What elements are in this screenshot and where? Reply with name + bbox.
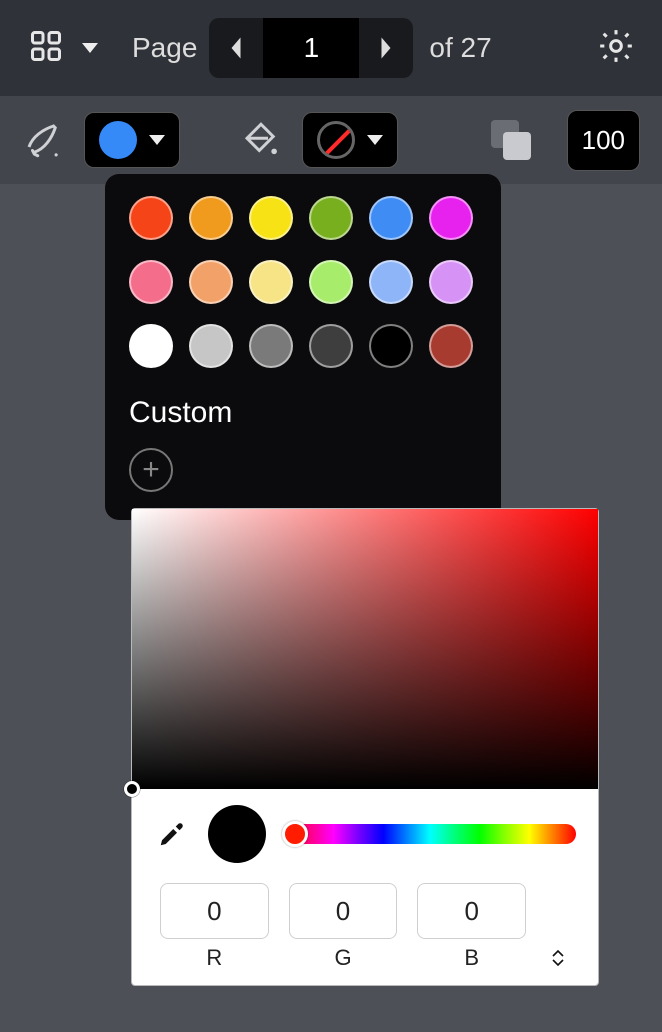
hue-thumb (282, 821, 308, 847)
preset-swatch-grid (129, 196, 477, 368)
fill-bucket-icon (240, 119, 282, 161)
r-label: R (160, 945, 269, 971)
preset-swatch[interactable] (129, 260, 173, 304)
b-label: B (417, 945, 526, 971)
rgb-inputs-row (132, 871, 598, 945)
fill-color-dropdown[interactable] (302, 112, 398, 168)
add-custom-color-button[interactable]: + (129, 448, 173, 492)
page-label: Page (132, 32, 197, 64)
g-input[interactable] (289, 883, 398, 939)
page-nav-group: 1 (209, 18, 413, 78)
preset-swatch[interactable] (309, 260, 353, 304)
g-label: G (289, 945, 398, 971)
current-color-swatch (208, 805, 266, 863)
no-fill-swatch (317, 121, 355, 159)
preset-swatch[interactable] (429, 324, 473, 368)
preset-swatch[interactable] (189, 324, 233, 368)
color-palette-popover: Custom + (105, 174, 501, 520)
preset-swatch[interactable] (429, 196, 473, 240)
settings-button[interactable] (588, 18, 644, 79)
opacity-input[interactable]: 100 (567, 110, 640, 171)
preset-swatch[interactable] (429, 260, 473, 304)
chevron-down-icon (149, 135, 165, 145)
color-mode-stepper[interactable] (546, 949, 570, 967)
preset-swatch[interactable] (309, 196, 353, 240)
custom-section-label: Custom (129, 396, 477, 430)
page-number-value: 1 (304, 32, 320, 64)
preset-swatch[interactable] (189, 260, 233, 304)
prev-page-button[interactable] (209, 18, 263, 78)
r-cell (160, 883, 269, 939)
stroke-brush-icon (22, 119, 64, 161)
stroke-color-swatch (99, 121, 137, 159)
g-cell (289, 883, 398, 939)
chevron-down-icon (367, 135, 383, 145)
opacity-icon (491, 120, 531, 160)
chevron-up-icon (552, 949, 564, 957)
preset-swatch[interactable] (369, 260, 413, 304)
page-navigation: Page 1 of 27 (132, 18, 492, 78)
saturation-value-field[interactable] (132, 509, 598, 789)
hue-slider[interactable] (284, 824, 576, 844)
rgb-labels-row: R G B (132, 945, 598, 985)
preset-swatch[interactable] (369, 324, 413, 368)
top-toolbar: Page 1 of 27 (0, 0, 662, 96)
format-toolbar: 100 (0, 96, 662, 184)
chevron-down-icon (552, 959, 564, 967)
preset-swatch[interactable] (249, 260, 293, 304)
page-number-input[interactable]: 1 (263, 18, 359, 78)
color-picker-panel: R G B (131, 508, 599, 986)
opacity-value-text: 100 (582, 125, 625, 155)
b-input[interactable] (417, 883, 526, 939)
eyedropper-button[interactable] (154, 816, 190, 852)
page-total-label: of 27 (429, 32, 491, 64)
sv-cursor (124, 781, 140, 797)
stroke-color-dropdown[interactable] (84, 112, 180, 168)
r-input[interactable] (160, 883, 269, 939)
picker-controls-row (132, 789, 598, 871)
view-grid-dropdown[interactable] (18, 22, 108, 75)
preset-swatch[interactable] (309, 324, 353, 368)
next-page-button[interactable] (359, 18, 413, 78)
eyedropper-icon (157, 819, 187, 849)
preset-swatch[interactable] (369, 196, 413, 240)
grid-icon (28, 28, 64, 69)
preset-swatch[interactable] (249, 196, 293, 240)
preset-swatch[interactable] (249, 324, 293, 368)
preset-swatch[interactable] (189, 196, 233, 240)
chevron-down-icon (82, 43, 98, 53)
b-cell (417, 883, 526, 939)
preset-swatch[interactable] (129, 324, 173, 368)
plus-icon: + (142, 455, 160, 485)
preset-swatch[interactable] (129, 196, 173, 240)
gear-icon (596, 26, 636, 66)
chevron-right-icon (377, 36, 395, 60)
chevron-left-icon (227, 36, 245, 60)
